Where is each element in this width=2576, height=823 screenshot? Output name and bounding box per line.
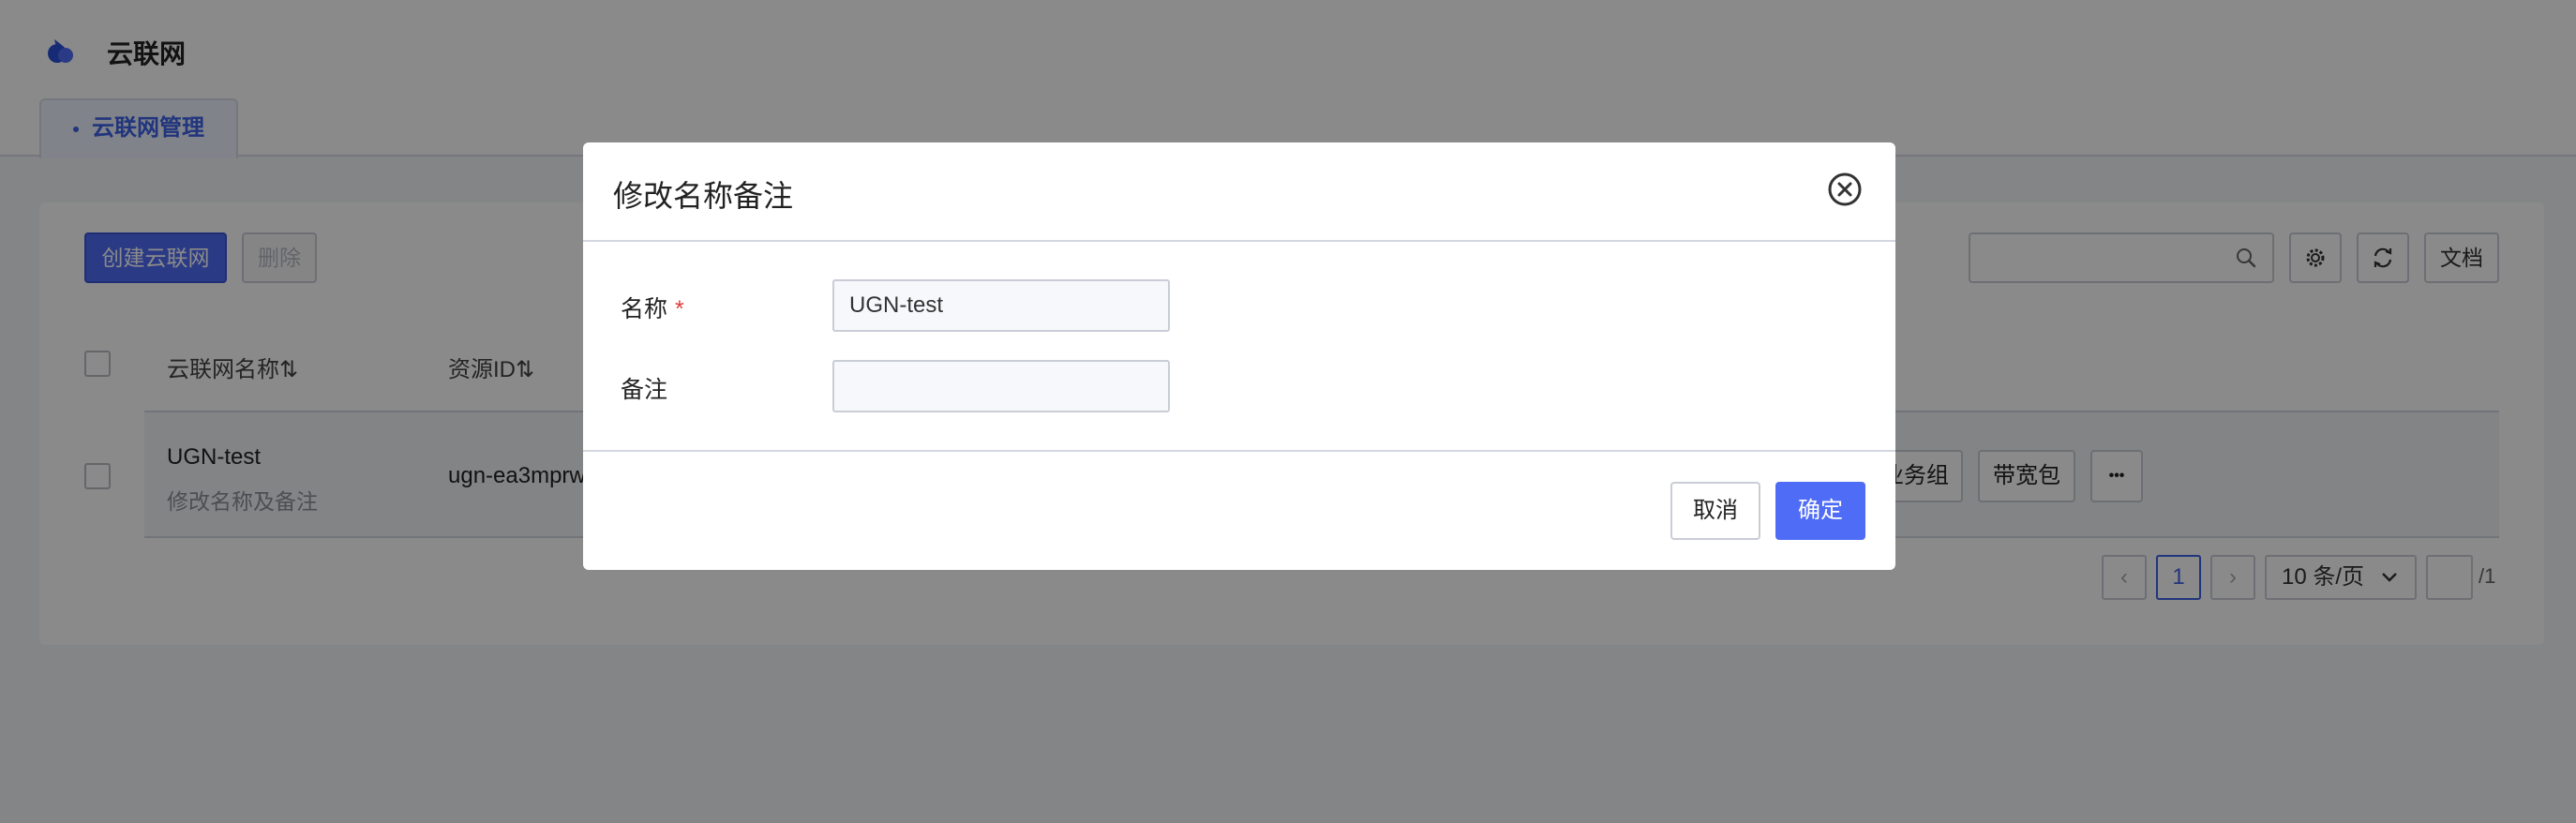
remark-field[interactable]	[832, 360, 1170, 412]
close-circle-icon[interactable]	[1826, 171, 1864, 208]
dialog-title: 修改名称备注	[613, 179, 794, 213]
name-label: 名称 *	[621, 291, 684, 324]
dialog-footer-divider	[583, 450, 1895, 452]
cancel-button[interactable]: 取消	[1670, 482, 1760, 540]
name-label-text: 名称	[621, 296, 668, 322]
remark-label: 备注	[621, 377, 668, 403]
confirm-button[interactable]: 确定	[1775, 482, 1865, 540]
edit-name-remark-dialog: 修改名称备注 名称 * 备注 取消 确定	[583, 142, 1895, 570]
dialog-header-divider	[583, 240, 1895, 242]
name-field[interactable]	[832, 279, 1170, 332]
required-mark: *	[675, 296, 684, 322]
